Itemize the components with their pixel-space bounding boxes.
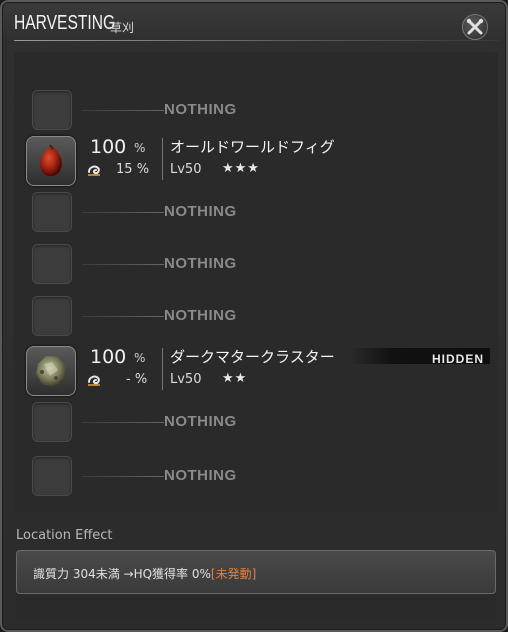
location-effect-status: [未発動] (210, 567, 257, 581)
hq-chance-value: - (126, 372, 131, 387)
empty-slot-icon (32, 192, 72, 232)
hq-chance-value: 15 (116, 162, 133, 177)
slot-divider-line (82, 476, 164, 477)
hidden-badge: HIDDEN (350, 348, 490, 366)
empty-slot-icon (32, 402, 72, 442)
empty-slot-icon (32, 296, 72, 336)
item-level: Lv50 (170, 372, 202, 387)
title-divider (14, 40, 498, 41)
crystal-cluster-icon (36, 356, 66, 387)
gathering-slot-item[interactable]: 100 % 15 % オールドワールドフィグ Lv50 ★★★ (14, 134, 498, 186)
item-stars: ★★★ (222, 161, 260, 176)
window-title: HARVESTING (14, 12, 116, 34)
empty-slot-icon (32, 90, 72, 130)
hq-chance-unit: % (136, 162, 150, 177)
close-button[interactable] (462, 14, 488, 40)
nothing-label: NOTHING (164, 101, 237, 118)
gather-chance-unit: % (134, 351, 146, 365)
nothing-label: NOTHING (164, 255, 237, 272)
vertical-divider (162, 138, 163, 180)
nothing-label: NOTHING (164, 307, 237, 324)
bottom-panel (16, 596, 496, 620)
gathering-slot-empty[interactable]: NOTHING (14, 238, 498, 290)
empty-slot-icon (32, 244, 72, 284)
gathering-slot-empty[interactable]: NOTHING (14, 290, 498, 342)
gathering-slot-empty[interactable]: NOTHING (14, 186, 498, 238)
harvesting-window: HARVESTING 草刈 NOTHING 100 % 15 % オールドワール… (0, 0, 508, 632)
empty-slot-icon (32, 456, 72, 496)
location-effect-text: 識質力 304未満 →HQ獲得率 0%[未発動] (33, 565, 256, 582)
slot-divider-line (82, 316, 164, 317)
hq-swirl-icon (88, 375, 100, 386)
item-stars: ★★ (222, 371, 248, 386)
hq-chance: 15 % (116, 162, 149, 177)
hq-chance: - % (126, 372, 147, 387)
slot-divider-line (82, 264, 164, 265)
gather-chance: 100 (90, 136, 127, 158)
fig-fruit-icon (40, 144, 62, 177)
window-subtitle: 草刈 (110, 21, 135, 35)
slot-divider-line (82, 110, 164, 111)
slot-divider-line (82, 422, 164, 423)
location-effect-label: Location Effect (16, 528, 113, 543)
nothing-label: NOTHING (164, 467, 237, 484)
slot-divider-line (82, 212, 164, 213)
gather-chance: 100 (90, 346, 127, 368)
location-effect-box: 識質力 304未満 →HQ獲得率 0%[未発動] (16, 550, 496, 594)
title-bar: HARVESTING 草刈 (14, 10, 494, 40)
gathering-slot-item[interactable]: 100 % - % ダークマタークラスター Lv50 ★★ HIDDEN (14, 344, 498, 396)
gathering-slot-empty[interactable]: NOTHING (14, 450, 498, 502)
gather-chance-unit: % (134, 141, 146, 155)
item-name: ダークマタークラスター (170, 348, 335, 366)
nothing-label: NOTHING (164, 203, 237, 220)
vertical-divider (162, 348, 163, 390)
gathering-slot-empty[interactable]: NOTHING (14, 396, 498, 448)
location-effect-description: 識質力 304未満 →HQ獲得率 0% (33, 567, 211, 581)
item-level: Lv50 (170, 162, 202, 177)
gathering-slot-empty[interactable]: NOTHING (14, 84, 498, 136)
nothing-label: NOTHING (164, 413, 237, 430)
gathering-list: NOTHING 100 % 15 % オールドワールドフィグ Lv50 ★★★ … (14, 52, 498, 512)
item-slot (26, 346, 76, 396)
hidden-label: HIDDEN (431, 352, 484, 366)
item-slot (26, 136, 76, 186)
item-name: オールドワールドフィグ (170, 138, 335, 156)
hq-chance-unit: % (134, 372, 148, 387)
close-crossed-tools-icon (466, 18, 484, 35)
hq-swirl-icon (88, 165, 100, 176)
